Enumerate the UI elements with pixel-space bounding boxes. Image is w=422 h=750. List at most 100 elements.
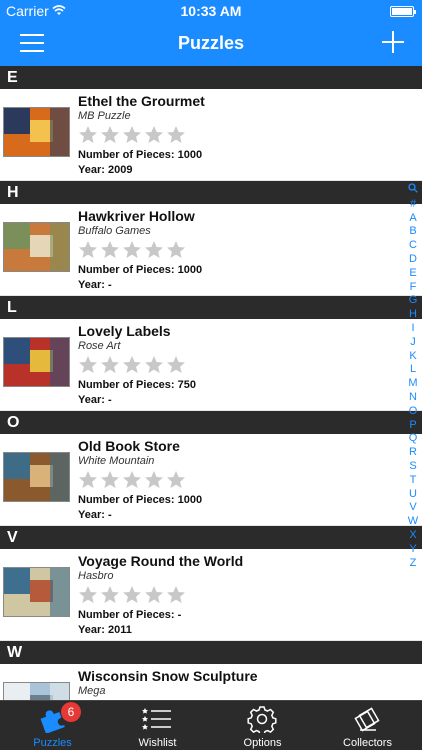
star-icon[interactable] xyxy=(78,240,98,260)
tab-puzzles[interactable]: 6 Puzzles xyxy=(0,701,105,750)
puzzle-row[interactable]: Voyage Round the World Hasbro Number of Pi… xyxy=(0,549,422,641)
star-icon[interactable] xyxy=(144,125,164,145)
star-icon[interactable] xyxy=(100,125,120,145)
rating-stars[interactable] xyxy=(78,355,196,377)
index-search-icon[interactable] xyxy=(406,183,420,198)
index-letter[interactable]: D xyxy=(406,253,420,267)
puzzle-title: Voyage Round the World xyxy=(78,553,244,569)
star-icon[interactable] xyxy=(144,470,164,490)
index-letter[interactable]: W xyxy=(406,515,420,529)
puzzle-title: Old Book Store xyxy=(78,438,180,454)
star-icon[interactable] xyxy=(144,585,164,605)
wishlist-icon xyxy=(142,708,171,730)
puzzle-row[interactable]: Lovely Labels Rose Art Number of Pieces: 7… xyxy=(0,319,422,411)
index-letter[interactable]: K xyxy=(406,350,420,364)
index-letter[interactable]: N xyxy=(406,391,420,405)
index-letter[interactable]: R xyxy=(406,446,420,460)
star-icon[interactable] xyxy=(78,355,98,375)
star-icon[interactable] xyxy=(78,125,98,145)
tab-wishlist[interactable]: Wishlist xyxy=(105,701,210,750)
index-letter[interactable]: X xyxy=(406,529,420,543)
index-letter[interactable]: T xyxy=(406,474,420,488)
puzzle-pieces: Number of Pieces: - xyxy=(78,609,182,621)
index-letter[interactable]: F xyxy=(406,281,420,295)
puzzle-title: Hawkriver Hollow xyxy=(78,208,195,224)
star-icon[interactable] xyxy=(122,240,142,260)
star-icon[interactable] xyxy=(166,240,186,260)
page-title: Puzzles xyxy=(177,33,245,53)
puzzle-thumbnail xyxy=(3,337,70,387)
index-letter[interactable]: J xyxy=(406,336,420,350)
rating-stars[interactable] xyxy=(78,585,243,607)
section-header: L xyxy=(0,296,422,319)
index-letter[interactable]: L xyxy=(406,363,420,377)
star-icon[interactable] xyxy=(166,125,186,145)
puzzle-maker: Buffalo Games xyxy=(78,225,151,237)
star-icon[interactable] xyxy=(166,470,186,490)
star-icon[interactable] xyxy=(122,470,142,490)
index-letter[interactable]: V xyxy=(406,501,420,515)
section-header: E xyxy=(0,66,422,89)
status-bar: Carrier 10:33 AM xyxy=(0,0,422,22)
index-letter[interactable]: O xyxy=(406,405,420,419)
puzzle-pieces: Number of Pieces: 1000 xyxy=(78,494,203,506)
puzzle-row[interactable]: Wisconsin Snow Sculpture Mega xyxy=(0,664,422,700)
index-letter[interactable]: S xyxy=(406,460,420,474)
index-letter[interactable]: M xyxy=(406,377,420,391)
rating-stars[interactable] xyxy=(78,125,205,147)
star-icon[interactable] xyxy=(78,585,98,605)
index-letter[interactable]: P xyxy=(406,419,420,433)
index-letter[interactable]: Z xyxy=(406,557,420,571)
index-letter[interactable]: B xyxy=(406,225,420,239)
index-letter[interactable]: Y xyxy=(406,543,420,557)
puzzle-title: Wisconsin Snow Sculpture xyxy=(78,668,258,684)
star-icon[interactable] xyxy=(122,585,142,605)
puzzle-thumbnail xyxy=(3,107,70,157)
star-icon[interactable] xyxy=(78,470,98,490)
puzzle-maker: White Mountain xyxy=(78,455,155,467)
puzzle-list[interactable]: E Ethel the Grourmet MB Puzzle Number of Pi… xyxy=(0,66,422,700)
section-header: W xyxy=(0,641,422,664)
add-puzzle-button[interactable] xyxy=(382,31,404,53)
index-letter[interactable]: A xyxy=(406,212,420,226)
star-icon[interactable] xyxy=(100,470,120,490)
puzzle-thumbnail xyxy=(3,222,70,272)
star-icon[interactable] xyxy=(100,585,120,605)
puzzle-pieces: Number of Pieces: 1000 xyxy=(78,149,203,161)
puzzle-maker: Rose Art xyxy=(78,340,121,352)
rating-stars[interactable] xyxy=(78,240,202,262)
section-header: H xyxy=(0,181,422,204)
gear-icon xyxy=(247,706,277,733)
index-letter[interactable]: Q xyxy=(406,432,420,446)
section-header: O xyxy=(0,411,422,434)
tab-options[interactable]: Options xyxy=(210,701,315,750)
puzzle-row[interactable]: Hawkriver Hollow Buffalo Games Number of P… xyxy=(0,204,422,296)
index-letter[interactable]: U xyxy=(406,488,420,502)
status-time: 10:33 AM xyxy=(180,3,242,19)
star-icon[interactable] xyxy=(166,355,186,375)
index-letter[interactable]: G xyxy=(406,294,420,308)
puzzles-badge: 6 xyxy=(61,702,81,722)
puzzle-row[interactable]: Ethel the Grourmet MB Puzzle Number of Pie… xyxy=(0,89,422,181)
star-icon[interactable] xyxy=(100,240,120,260)
rating-stars[interactable] xyxy=(78,470,202,492)
section-index[interactable]: # A B C D E F G H I J K L M N O P Q R S T U V W X Y Z xyxy=(406,183,420,570)
star-icon[interactable] xyxy=(144,240,164,260)
star-icon[interactable] xyxy=(122,125,142,145)
puzzle-year: Year: 2011 xyxy=(78,624,132,636)
star-icon[interactable] xyxy=(122,355,142,375)
star-icon[interactable] xyxy=(166,585,186,605)
star-icon[interactable] xyxy=(144,355,164,375)
puzzle-title: Lovely Labels xyxy=(78,323,171,339)
index-letter[interactable]: C xyxy=(406,239,420,253)
puzzle-row[interactable]: Old Book Store White Mountain Number of Pi… xyxy=(0,434,422,526)
index-letter[interactable]: # xyxy=(406,198,420,212)
puzzle-pieces: Number of Pieces: 1000 xyxy=(78,264,203,276)
tab-label: Options xyxy=(243,737,282,749)
tab-collectors[interactable]: Collectors xyxy=(315,701,420,750)
index-letter[interactable]: I xyxy=(406,322,420,336)
star-icon[interactable] xyxy=(100,355,120,375)
index-letter[interactable]: E xyxy=(406,267,420,281)
puzzle-maker: MB Puzzle xyxy=(78,110,131,122)
index-letter[interactable]: H xyxy=(406,308,420,322)
